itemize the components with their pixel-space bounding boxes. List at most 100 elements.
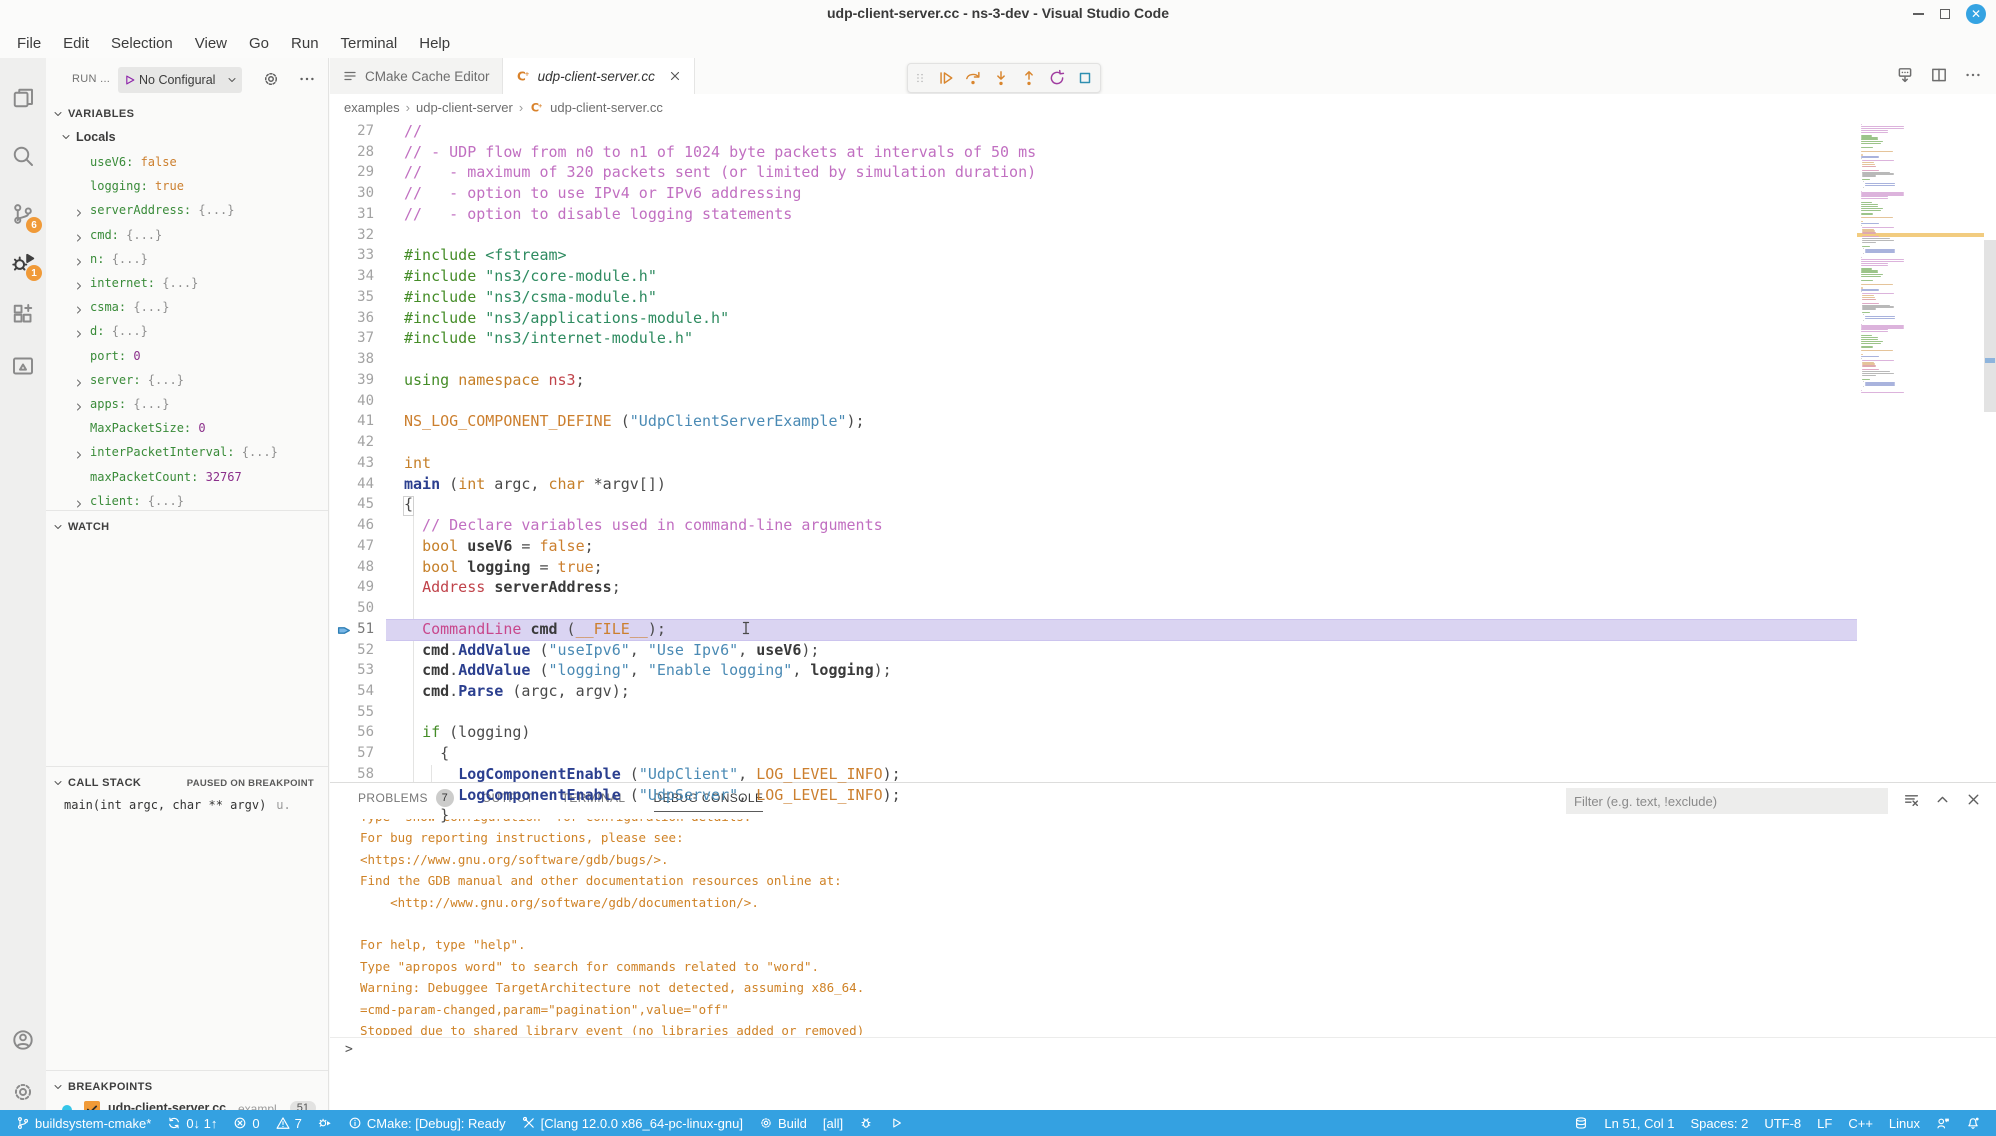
chevron-right-icon[interactable] — [73, 256, 85, 268]
code-line[interactable]: 31// - option to disable logging stateme… — [330, 205, 1996, 226]
code-line[interactable]: 56 if (logging) — [330, 723, 1996, 744]
variable-row[interactable]: server: {...} — [46, 373, 328, 395]
variable-row[interactable]: apps: {...} — [46, 397, 328, 419]
debug-settings-gear-icon[interactable] — [262, 70, 280, 88]
chevron-right-icon[interactable] — [73, 498, 85, 510]
line-number[interactable]: 53 — [330, 662, 374, 678]
maximize-panel-icon[interactable] — [1934, 791, 1951, 808]
line-number[interactable]: 52 — [330, 642, 374, 658]
line-number[interactable]: 37 — [330, 330, 374, 346]
code-line[interactable]: 29// - maximum of 320 packets sent (or l… — [330, 163, 1996, 184]
variable-row[interactable]: d: {...} — [46, 324, 328, 346]
code-line[interactable]: 57 { — [330, 744, 1996, 765]
code-line[interactable]: 32 — [330, 226, 1996, 247]
restart-icon[interactable] — [1046, 67, 1068, 89]
menu-item-terminal[interactable]: Terminal — [330, 35, 409, 52]
code-line[interactable]: 30// - option to use IPv4 or IPv6 addres… — [330, 184, 1996, 205]
code-line[interactable]: 50 — [330, 599, 1996, 620]
code-line[interactable]: 42 — [330, 433, 1996, 454]
line-number[interactable]: 39 — [330, 372, 374, 388]
status-item-build[interactable]: Build — [751, 1110, 815, 1136]
line-number[interactable]: 28 — [330, 144, 374, 160]
stack-frame-row[interactable]: main(int argc, char ** argv)u. — [64, 798, 320, 812]
split-editor-icon[interactable] — [1930, 66, 1948, 84]
menu-item-help[interactable]: Help — [408, 35, 461, 52]
status-item-linux[interactable]: Linux — [1881, 1110, 1928, 1136]
variable-row[interactable]: useV6: false — [46, 155, 328, 177]
line-number[interactable]: 30 — [330, 185, 374, 201]
variable-row[interactable]: n: {...} — [46, 252, 328, 274]
code-line[interactable]: 47 bool useV6 = false; — [330, 537, 1996, 558]
line-number[interactable]: 34 — [330, 268, 374, 284]
status-item-c[interactable]: C++ — [1840, 1110, 1881, 1136]
sidebar-item-extensions[interactable] — [0, 294, 46, 334]
status-item[interactable] — [1958, 1110, 1988, 1136]
sidebar-item-run-debug[interactable]: 1 — [0, 242, 46, 282]
line-number[interactable]: 31 — [330, 206, 374, 222]
minimize-icon[interactable] — [1913, 13, 1924, 15]
line-number[interactable]: 32 — [330, 227, 374, 243]
code-line[interactable]: 33#include <fstream> — [330, 246, 1996, 267]
line-number[interactable]: 54 — [330, 683, 374, 699]
sidebar-item-account[interactable] — [0, 1020, 46, 1060]
status-item-lf[interactable]: LF — [1809, 1110, 1840, 1136]
debug-more-actions-icon[interactable] — [298, 70, 316, 88]
line-number[interactable]: 33 — [330, 247, 374, 263]
menu-item-view[interactable]: View — [184, 35, 238, 52]
sidebar-item-source-control[interactable]: 6 — [0, 194, 46, 234]
line-number[interactable]: 36 — [330, 310, 374, 326]
console-input-row[interactable]: > — [330, 1037, 1996, 1038]
locals-scope-row[interactable]: Locals — [60, 130, 116, 144]
chevron-right-icon[interactable] — [73, 377, 85, 389]
close-tab-icon[interactable] — [668, 69, 682, 83]
status-item[interactable] — [1566, 1110, 1596, 1136]
more-actions-icon[interactable] — [1964, 66, 1982, 84]
status-item-buildsystem-cmake[interactable]: buildsystem-cmake* — [8, 1110, 159, 1136]
variable-row[interactable]: cmd: {...} — [46, 228, 328, 250]
code-line[interactable]: 44main (int argc, char *argv[]) — [330, 475, 1996, 496]
variable-row[interactable]: MaxPacketSize: 0 — [46, 421, 328, 443]
line-number[interactable]: 42 — [330, 434, 374, 450]
continue-icon[interactable] — [934, 67, 956, 89]
chevron-right-icon[interactable] — [73, 449, 85, 461]
status-item-spaces-2[interactable]: Spaces: 2 — [1683, 1110, 1757, 1136]
line-number[interactable]: 46 — [330, 517, 374, 533]
code-line[interactable]: 37#include "ns3/internet-module.h" — [330, 329, 1996, 350]
code-line[interactable]: 27// — [330, 122, 1996, 143]
line-number[interactable]: 27 — [330, 123, 374, 139]
status-item-cmake-debug-ready[interactable]: CMake: [Debug]: Ready — [340, 1110, 514, 1136]
line-number[interactable]: 29 — [330, 164, 374, 180]
code-line[interactable]: 46 // Declare variables used in command-… — [330, 516, 1996, 537]
status-item-ln-51-col-1[interactable]: Ln 51, Col 1 — [1596, 1110, 1682, 1136]
watch-section-header[interactable]: WATCH — [46, 516, 328, 538]
variable-row[interactable]: maxPacketCount: 32767 — [46, 470, 328, 492]
menu-item-selection[interactable]: Selection — [100, 35, 184, 52]
variable-row[interactable]: csma: {...} — [46, 300, 328, 322]
code-line[interactable]: 45{ — [330, 495, 1996, 516]
variable-row[interactable]: port: 0 — [46, 349, 328, 371]
line-number[interactable]: 47 — [330, 538, 374, 554]
chevron-right-icon[interactable] — [73, 304, 85, 316]
maximize-icon[interactable] — [1940, 9, 1950, 19]
code-line[interactable]: 51 CommandLine cmd (__FILE__); — [330, 620, 1996, 641]
sidebar-item-settings-gear[interactable] — [0, 1072, 46, 1112]
line-number[interactable]: 50 — [330, 600, 374, 616]
code-line[interactable]: 54 cmd.Parse (argc, argv); — [330, 682, 1996, 703]
code-line[interactable]: 38 — [330, 350, 1996, 371]
code-line[interactable]: 36#include "ns3/applications-module.h" — [330, 309, 1996, 330]
run-below-icon[interactable] — [1896, 66, 1914, 84]
code-line[interactable]: 41NS_LOG_COMPONENT_DEFINE ("UdpClientSer… — [330, 412, 1996, 433]
menu-item-go[interactable]: Go — [238, 35, 280, 52]
call-stack-section-header[interactable]: CALL STACK PAUSED ON BREAKPOINT — [46, 772, 328, 794]
variable-row[interactable]: client: {...} — [46, 494, 328, 516]
sidebar-item-files[interactable] — [0, 78, 46, 118]
step-out-icon[interactable] — [1018, 67, 1040, 89]
close-icon[interactable]: ✕ — [1966, 4, 1986, 24]
sidebar-item-test-window[interactable] — [0, 346, 46, 386]
breadcrumb-item[interactable]: examples — [344, 100, 400, 115]
breakpoints-section-header[interactable]: BREAKPOINTS — [46, 1076, 328, 1098]
minimap[interactable] — [1857, 122, 1984, 394]
line-number[interactable]: 58 — [330, 766, 374, 782]
status-item[interactable] — [851, 1110, 881, 1136]
variables-section-header[interactable]: VARIABLES — [46, 103, 328, 125]
